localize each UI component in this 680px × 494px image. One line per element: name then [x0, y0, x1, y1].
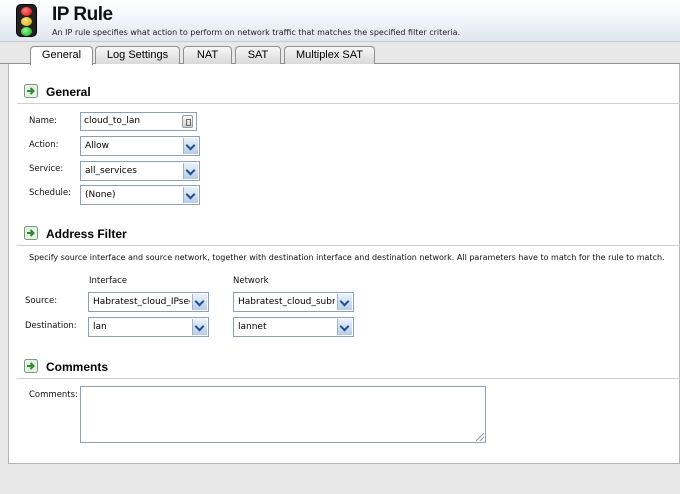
page-subtitle: An IP rule specifies what action to perf…	[52, 28, 461, 37]
action-label: Action:	[29, 140, 59, 150]
page-title: IP Rule	[52, 4, 113, 25]
service-value: all_services	[85, 166, 137, 176]
destination-interface-select[interactable]: lan	[88, 317, 209, 337]
destination-interface-value: lan	[93, 322, 107, 332]
chevron-down-icon[interactable]	[183, 138, 198, 154]
arrow-enter-icon	[24, 359, 38, 373]
destination-network-select[interactable]: lannet	[233, 317, 354, 337]
tab-general[interactable]: General	[30, 46, 93, 65]
chevron-down-icon[interactable]	[192, 294, 207, 310]
schedule-value: (None)	[85, 190, 116, 200]
name-label: Name:	[29, 116, 57, 126]
destination-label: Destination:	[25, 321, 77, 331]
name-field[interactable]: cloud_to_lan	[80, 112, 197, 131]
source-network-value: Habratest_cloud_subnet	[238, 297, 335, 307]
source-interface-select[interactable]: Habratest_cloud_IPsec	[88, 292, 209, 312]
traffic-light-icon	[16, 4, 37, 37]
tab-sat[interactable]: SAT	[235, 46, 281, 64]
divider	[17, 378, 680, 379]
interface-column-header: Interface	[89, 276, 128, 286]
source-label: Source:	[25, 296, 58, 306]
divider	[17, 245, 680, 246]
action-select[interactable]: Allow	[80, 136, 200, 156]
page-header: IP Rule An IP rule specifies what action…	[0, 0, 680, 42]
destination-network-value: lannet	[238, 322, 267, 332]
chevron-down-icon[interactable]	[192, 319, 207, 335]
resize-grip-icon[interactable]	[476, 433, 484, 441]
main-panel: General Name: cloud_to_lan Action: Allow…	[8, 64, 680, 464]
address-filter-description: Specify source interface and source netw…	[29, 253, 665, 262]
network-column-header: Network	[233, 276, 269, 286]
comments-label: Comments:	[29, 390, 78, 400]
comments-heading: Comments	[46, 360, 109, 374]
divider	[17, 103, 680, 104]
address-filter-heading: Address Filter	[46, 227, 127, 241]
source-network-select[interactable]: Habratest_cloud_subnet	[233, 292, 354, 312]
chevron-down-icon[interactable]	[183, 187, 198, 203]
schedule-select[interactable]: (None)	[80, 185, 200, 205]
arrow-enter-icon	[24, 84, 38, 98]
picker-icon[interactable]	[182, 115, 193, 128]
service-label: Service:	[29, 164, 64, 174]
action-value: Allow	[85, 141, 110, 151]
name-value: cloud_to_lan	[84, 116, 141, 126]
schedule-label: Schedule:	[29, 188, 71, 198]
comments-textarea[interactable]	[80, 386, 486, 443]
source-interface-value: Habratest_cloud_IPsec	[93, 297, 190, 307]
general-heading: General	[46, 85, 91, 99]
tab-nat[interactable]: NAT	[183, 46, 232, 64]
tab-multiplex-sat[interactable]: Multiplex SAT	[284, 46, 375, 64]
chevron-down-icon[interactable]	[337, 319, 352, 335]
arrow-enter-icon	[24, 226, 38, 240]
tab-log-settings[interactable]: Log Settings	[95, 46, 180, 64]
service-select[interactable]: all_services	[80, 161, 200, 181]
chevron-down-icon[interactable]	[183, 163, 198, 179]
chevron-down-icon[interactable]	[337, 294, 352, 310]
tab-bar: General Log Settings NAT SAT Multiplex S…	[0, 42, 680, 65]
